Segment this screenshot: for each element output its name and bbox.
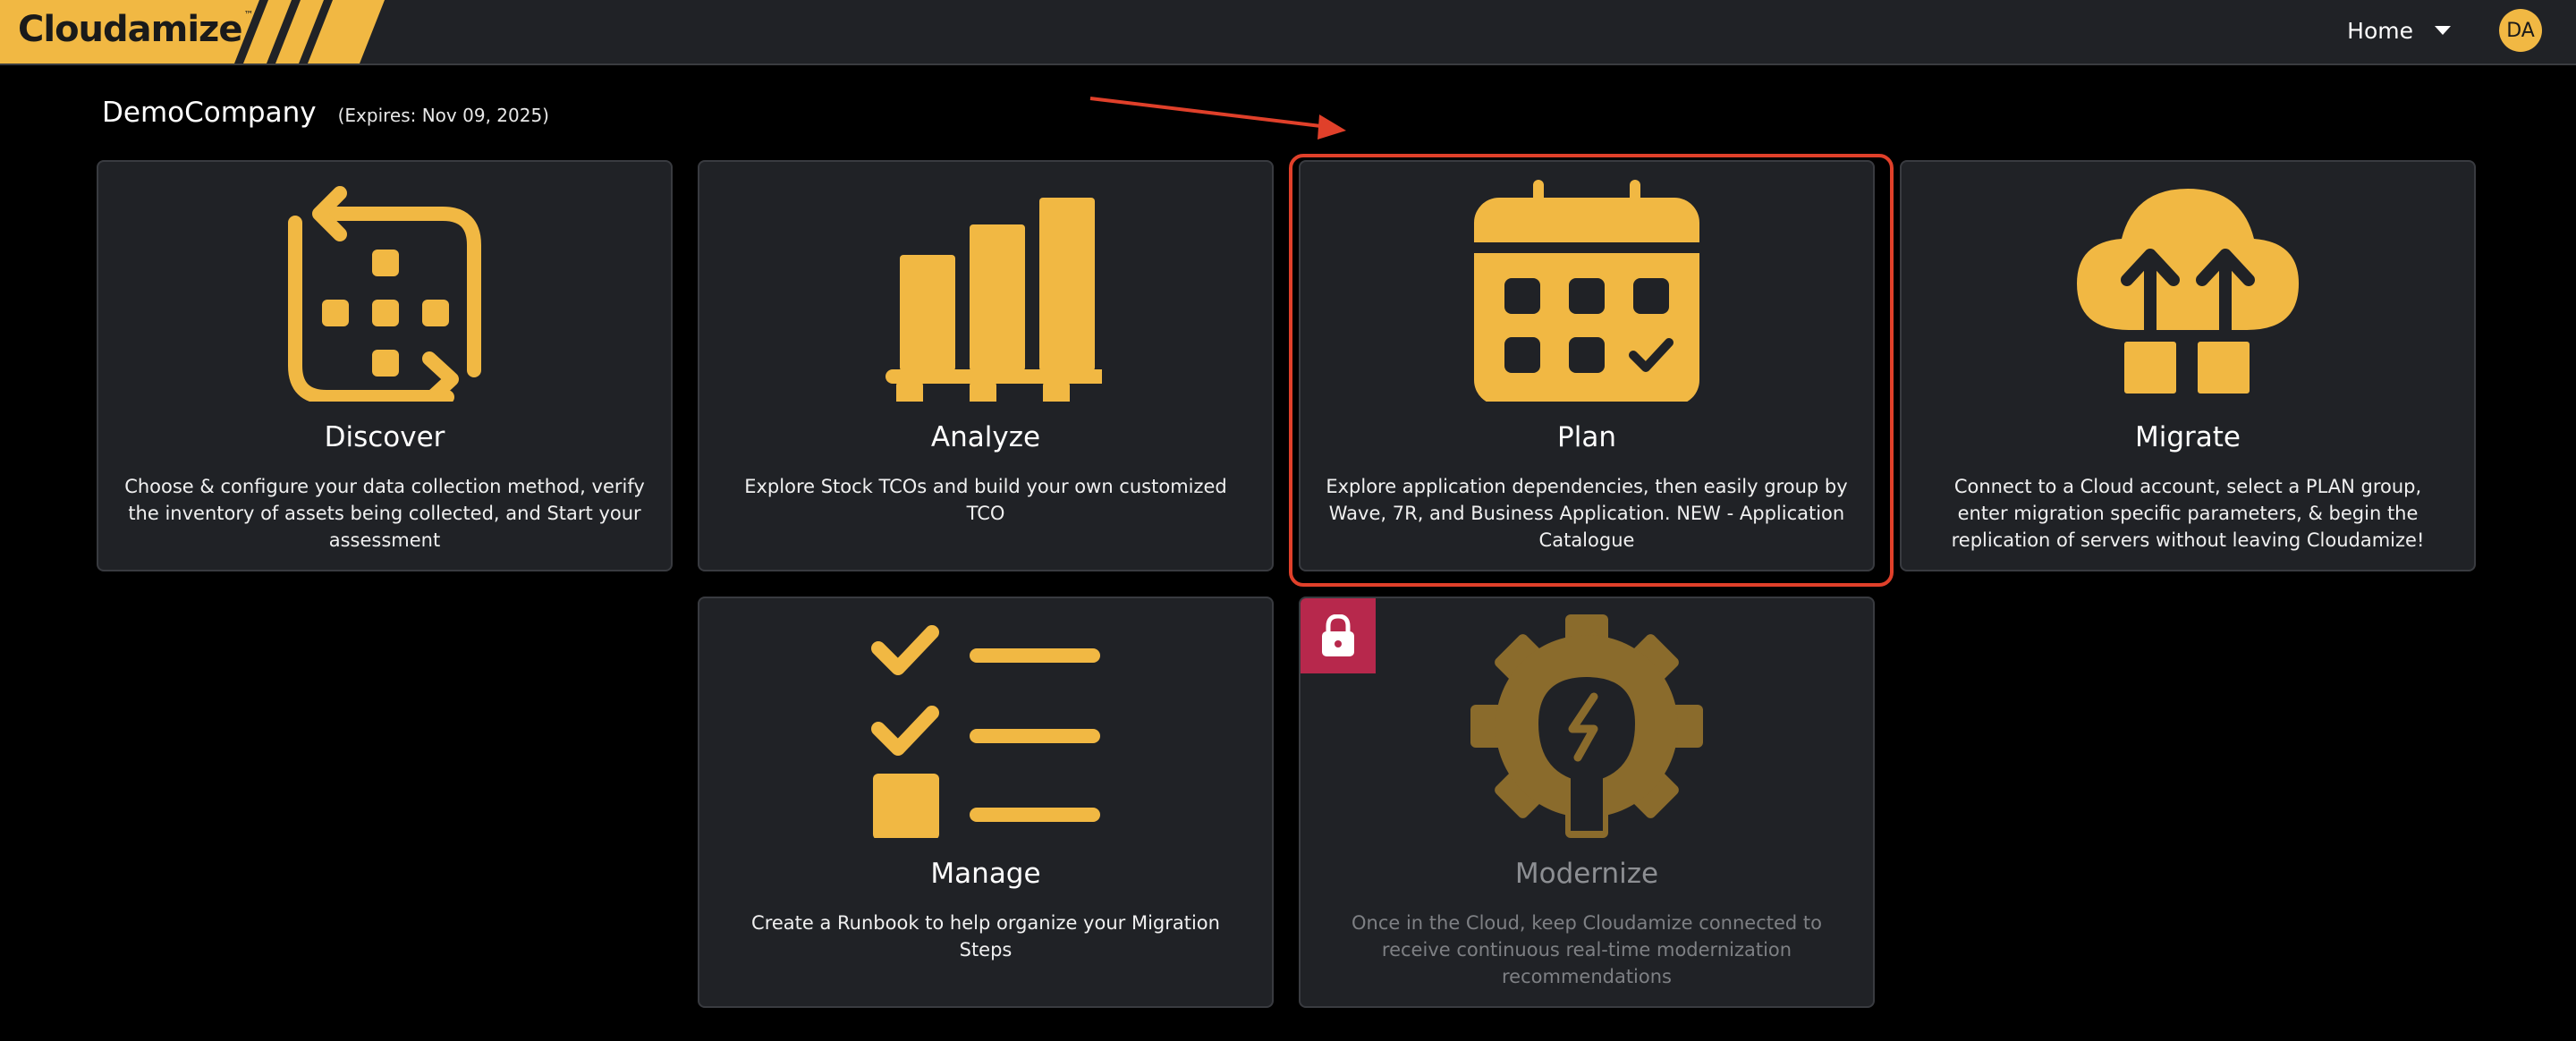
annotation-arrow xyxy=(1089,97,1346,140)
card-description: Explore Stock TCOs and build your own cu… xyxy=(744,476,1227,524)
logo-text: Cloudamize ™ xyxy=(18,9,253,50)
cloud-upload-icon xyxy=(1902,178,2474,402)
card-migrate[interactable]: Migrate Connect to a Cloud account, sele… xyxy=(1900,160,2476,571)
chevron-down-icon xyxy=(2435,26,2451,35)
company-header: DemoCompany (Expires: Nov 09, 2025) xyxy=(102,97,549,129)
cloudamize-logo[interactable]: Cloudamize ™ xyxy=(0,0,385,63)
card-title: Analyze xyxy=(930,421,1041,453)
card-description: Once in the Cloud, keep Cloudamize conne… xyxy=(1351,912,1822,987)
card-title: Migrate xyxy=(2134,421,2241,453)
bar-chart-icon xyxy=(699,178,1272,402)
card-analyze[interactable]: Analyze Explore Stock TCOs and build you… xyxy=(698,160,1274,571)
card-plan[interactable]: Plan Explore application dependencies, t… xyxy=(1299,160,1875,571)
card-title: Modernize xyxy=(1514,858,1659,890)
discover-cycle-icon xyxy=(98,178,671,402)
company-name: DemoCompany xyxy=(102,97,317,129)
avatar[interactable]: DA xyxy=(2499,9,2542,52)
checklist-icon xyxy=(699,614,1272,838)
card-description: Choose & configure your data collection … xyxy=(124,476,645,551)
home-nav-label: Home xyxy=(2347,17,2413,44)
home-nav-dropdown[interactable]: Home xyxy=(2347,13,2451,48)
card-modernize[interactable]: Modernize Once in the Cloud, keep Clouda… xyxy=(1299,597,1875,1008)
company-expiry: (Expires: Nov 09, 2025) xyxy=(337,105,549,126)
gear-bulb-icon xyxy=(1301,614,1873,838)
card-description: Explore application dependencies, then e… xyxy=(1326,476,1848,551)
card-description: Connect to a Cloud account, select a PLA… xyxy=(1951,476,2425,551)
card-description: Create a Runbook to help organize your M… xyxy=(751,912,1220,961)
card-title: Plan xyxy=(1557,421,1616,453)
calendar-icon xyxy=(1301,178,1873,402)
card-title: Manage xyxy=(930,858,1041,890)
card-discover[interactable]: Discover Choose & configure your data co… xyxy=(97,160,673,571)
card-manage[interactable]: Manage Create a Runbook to help organize… xyxy=(698,597,1274,1008)
card-title: Discover xyxy=(324,421,445,453)
top-bar: Cloudamize ™ Home DA xyxy=(0,0,2576,65)
